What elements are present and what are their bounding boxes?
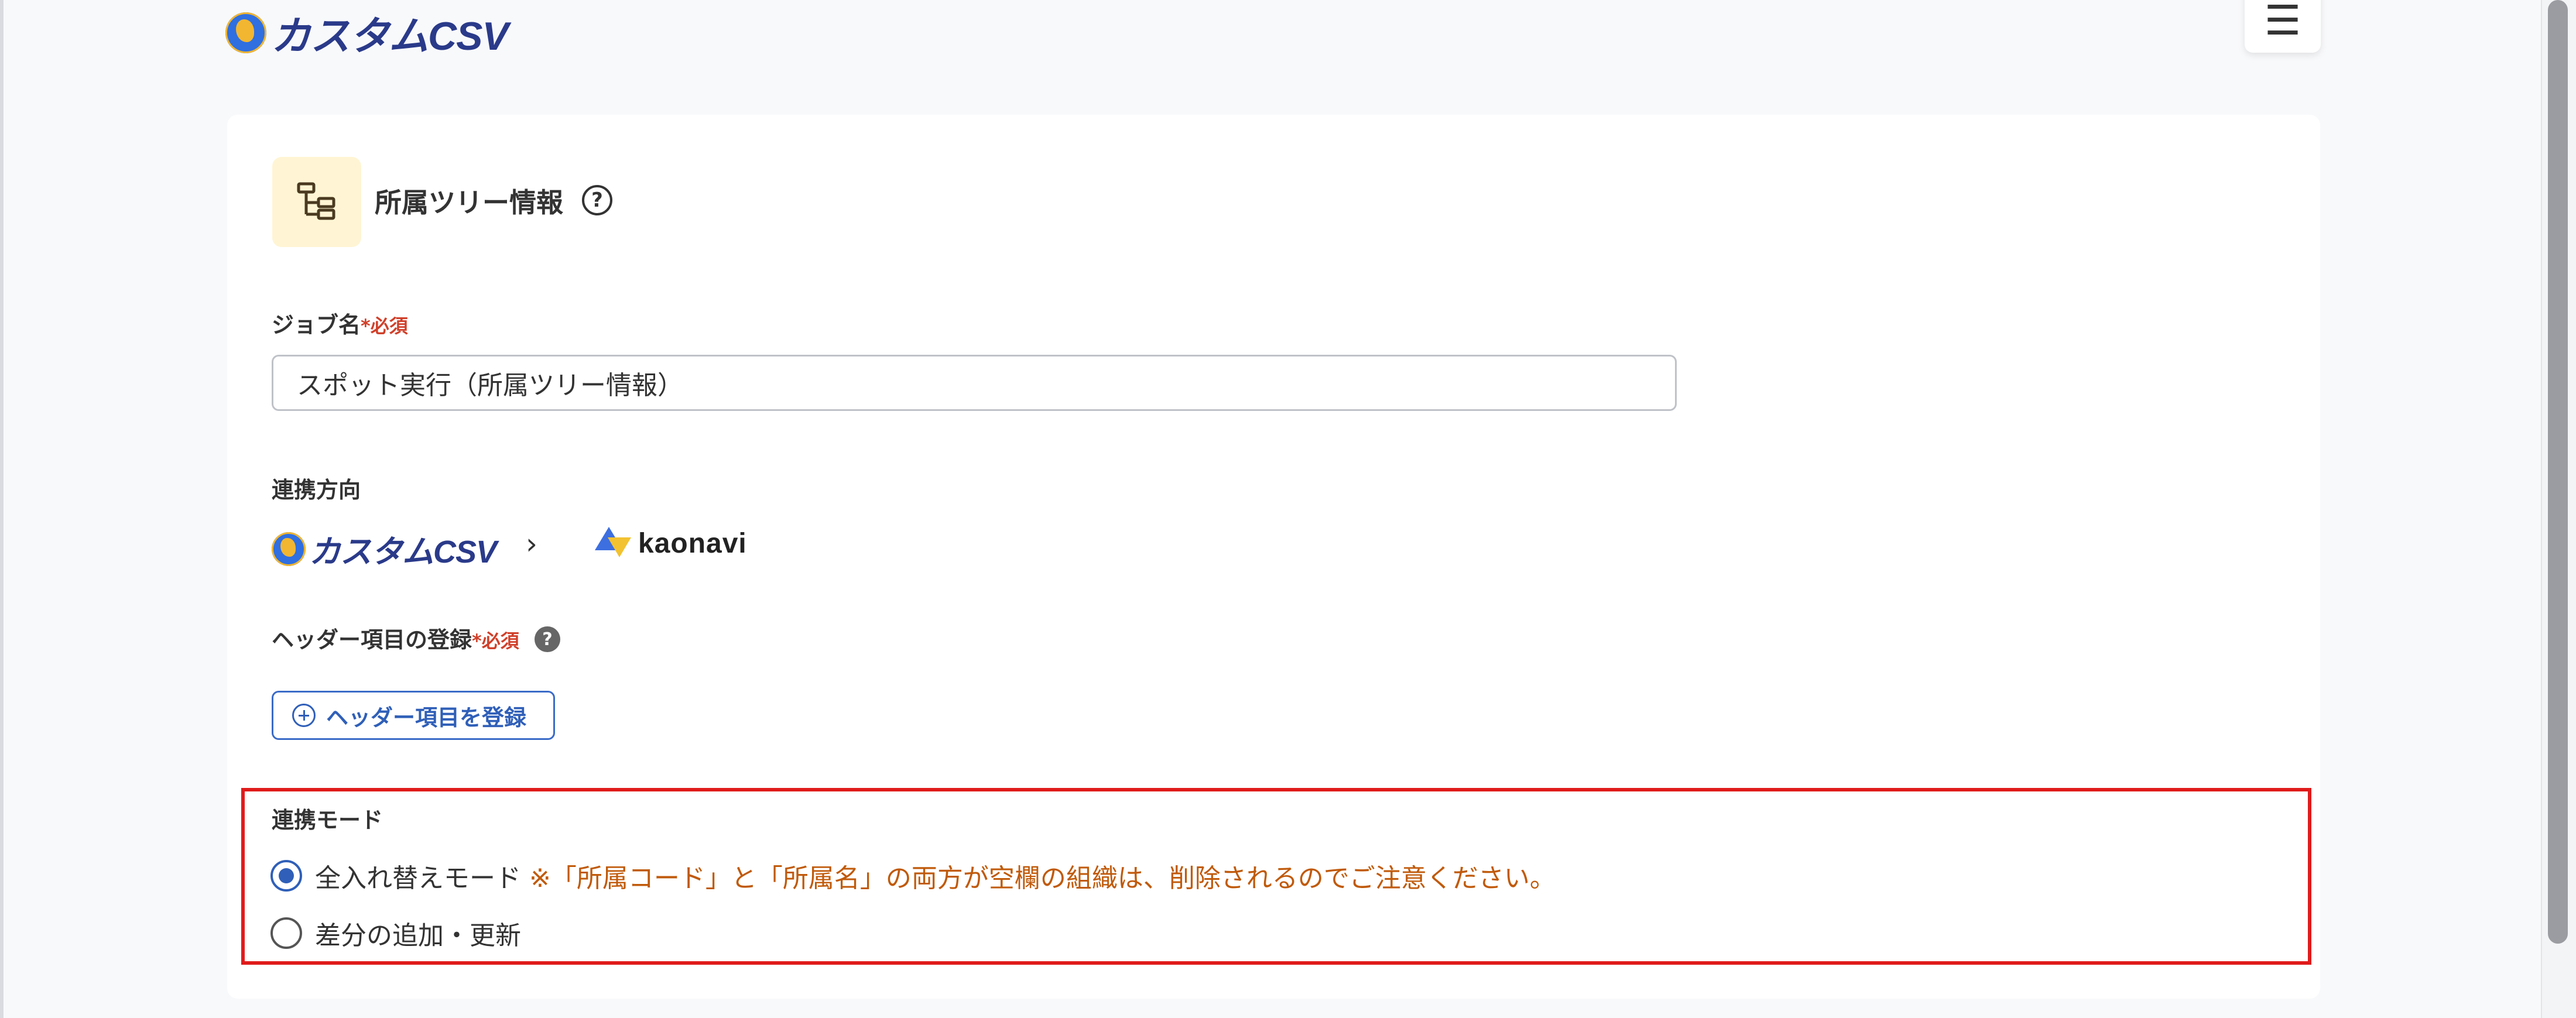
window-edge xyxy=(0,0,4,1018)
register-header-items-label: ヘッダー項目を登録 xyxy=(326,704,527,731)
mode-option-label: 差分の追加・更新 xyxy=(315,921,521,951)
globe-icon xyxy=(272,532,306,566)
target-logo-text: kaonavi xyxy=(638,527,747,559)
kaonavi-logo-icon xyxy=(595,527,631,560)
direction-label: 連携方向 xyxy=(272,477,361,503)
job-name-label: ジョブ名*必須 xyxy=(272,307,408,339)
globe-icon xyxy=(225,12,266,53)
radio-button[interactable] xyxy=(270,860,302,892)
mode-label: 連携モード xyxy=(272,807,383,833)
register-header-items-button[interactable]: ヘッダー項目を登録 xyxy=(272,691,555,740)
header-items-label: ヘッダー項目の登録*必須 xyxy=(272,622,519,654)
page-title: 所属ツリー情報 xyxy=(375,187,563,218)
warning-note: ※「所属コード」と「所属名」の両方が空欄の組織は、削除されるのでご注意ください。 xyxy=(529,863,1556,893)
required-badge: *必須 xyxy=(472,630,519,652)
job-name-label-text: ジョブ名 xyxy=(272,312,361,338)
app-logo-text: カスタムCSV xyxy=(271,14,509,59)
source-logo: カスタムCSV xyxy=(272,526,497,572)
tree-icon xyxy=(272,157,361,247)
help-icon[interactable]: ? xyxy=(582,185,612,215)
required-badge: *必須 xyxy=(361,315,408,337)
help-icon[interactable]: ? xyxy=(535,626,560,652)
plus-circle-icon xyxy=(292,704,316,727)
chevron-right-icon: › xyxy=(526,527,537,561)
tree-icon-svg xyxy=(297,182,335,220)
mode-option-label: 全入れ替えモード xyxy=(315,863,521,893)
mode-option-full-replace[interactable]: 全入れ替えモード ※「所属コード」と「所属名」の両方が空欄の組織は、削除されるの… xyxy=(270,857,1556,894)
source-logo-text: カスタムCSV xyxy=(309,534,497,570)
mode-option-diff-update[interactable]: 差分の追加・更新 xyxy=(270,914,521,952)
radio-button[interactable] xyxy=(270,917,302,949)
app-logo[interactable]: カスタムCSV xyxy=(225,4,509,61)
target-logo: kaonavi xyxy=(595,527,747,560)
scrollbar-thumb[interactable] xyxy=(2548,0,2568,944)
job-name-input[interactable] xyxy=(272,355,1677,411)
hamburger-menu-button[interactable]: ☰ xyxy=(2245,0,2321,53)
header-items-label-text: ヘッダー項目の登録 xyxy=(272,627,472,653)
menu-icon: ☰ xyxy=(2264,0,2301,44)
